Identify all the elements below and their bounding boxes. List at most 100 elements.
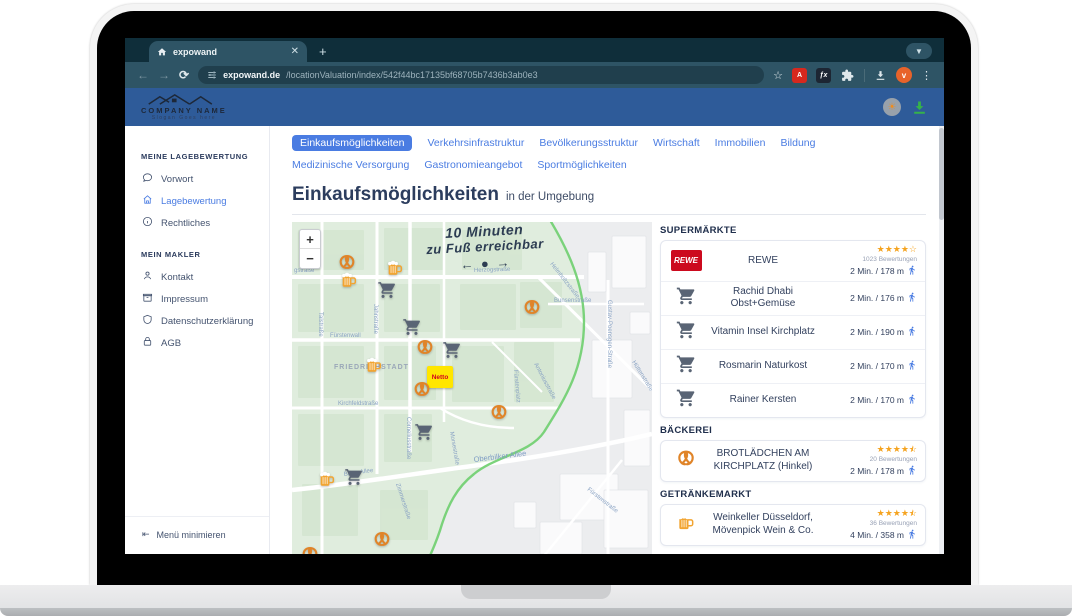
poi-row[interactable]: REWE REWE ★★★★☆ 1023 Bewertungen 2 Min. … xyxy=(661,241,925,281)
poi-row[interactable]: Rosmarin Naturkost 2 Min. / 170 m xyxy=(661,349,925,383)
star-rating: ★★★★☆★ xyxy=(823,445,917,455)
extensions-puzzle-icon[interactable] xyxy=(840,68,855,83)
pretzel-marker-icon[interactable] xyxy=(301,545,320,555)
main-content: Einkaufsmöglichkeiten Verkehrsinfrastrukt… xyxy=(270,126,944,554)
tab-bev-lkerungsstruktur[interactable]: Bevölkerungsstruktur xyxy=(539,135,638,151)
sidebar-item-shield[interactable]: Datenschutzerklärung xyxy=(125,310,269,332)
tab-close-icon[interactable]: ✕ xyxy=(291,46,299,57)
home-icon xyxy=(142,194,153,208)
cart-icon xyxy=(676,320,696,345)
tab-medizinische-versorgung[interactable]: Medizinische Versorgung xyxy=(292,157,409,173)
cart-marker-icon[interactable] xyxy=(415,423,434,442)
panel-card: REWE REWE ★★★★☆ 1023 Bewertungen 2 Min. … xyxy=(660,240,926,418)
tab-search-button[interactable]: ▼ xyxy=(906,43,932,59)
url-bar[interactable]: expowand.de /locationValuation/index/542… xyxy=(198,66,764,84)
poi-row[interactable]: Weinkeller Düsseldorf, Mövenpick Wein & … xyxy=(661,505,925,545)
street-label: Jahnstraße xyxy=(372,304,378,335)
star-rating: ★★★★☆★ xyxy=(823,509,917,519)
poi-distance: 2 Min. / 170 m xyxy=(850,395,904,405)
cart-marker-icon[interactable] xyxy=(378,281,397,300)
sidebar-item-lock[interactable]: AGB xyxy=(125,332,269,354)
pretzel-icon xyxy=(676,448,696,473)
url-path: /locationValuation/index/542f44bc17135bf… xyxy=(286,70,538,80)
zoom-in-button[interactable]: + xyxy=(300,230,320,249)
sidebar-item-person[interactable]: Kontakt xyxy=(125,266,269,288)
sidebar-section-title: MEINE LAGEBEWERTUNG xyxy=(141,152,269,161)
minimize-menu-button[interactable]: ⇤ Menü minimieren xyxy=(125,516,269,554)
panel-card: BROTLÄDCHEN AM KIRCHPLATZ (Hinkel) ★★★★☆… xyxy=(660,440,926,482)
walking-person-icon xyxy=(907,265,917,277)
forward-icon[interactable]: → xyxy=(158,68,170,82)
browser-tab[interactable]: expowand ✕ xyxy=(149,41,307,62)
beer-marker-icon[interactable] xyxy=(340,271,359,290)
beer-marker-icon[interactable] xyxy=(318,470,337,489)
downloads-icon[interactable] xyxy=(874,69,887,82)
cart-marker-icon[interactable] xyxy=(345,468,364,487)
page-scrollbar[interactable] xyxy=(939,126,944,554)
poi-row[interactable]: Rachid Dhabi Obst+Gemüse 2 Min. / 176 m xyxy=(661,281,925,315)
pretzel-marker-icon[interactable] xyxy=(416,338,435,357)
tab-immobilien[interactable]: Immobilien xyxy=(715,135,766,151)
profile-avatar[interactable]: v xyxy=(896,67,912,83)
poi-name: Rachid Dhabi Obst+Gemüse xyxy=(703,286,823,311)
scrollbar-thumb[interactable] xyxy=(939,128,944,220)
tab-sportm-glichkeiten[interactable]: Sportmöglichkeiten xyxy=(537,157,626,173)
street-label: Bunsenstraße xyxy=(554,298,592,304)
beer-marker-icon[interactable] xyxy=(365,356,384,375)
bookmark-star-icon[interactable]: ☆ xyxy=(773,69,783,82)
pdf-extension-icon[interactable]: A xyxy=(792,68,807,83)
tab-einkaufsm-glichkeiten[interactable]: Einkaufsmöglichkeiten xyxy=(292,135,412,151)
company-logo[interactable]: COMPANY NAME Slogan Goes here xyxy=(141,93,227,121)
theme-toggle-sun-icon[interactable]: ☀ xyxy=(883,98,901,116)
sidebar-item-label: AGB xyxy=(161,338,181,349)
building-icon xyxy=(142,292,153,306)
laptop-bottom-edge xyxy=(0,608,1072,616)
new-tab-button[interactable]: + xyxy=(319,44,327,59)
site-settings-icon[interactable] xyxy=(207,70,217,80)
pretzel-marker-icon[interactable] xyxy=(490,403,509,422)
reload-icon[interactable]: ⟳ xyxy=(179,68,189,82)
category-tabs: Einkaufsmöglichkeiten Verkehrsinfrastrukt… xyxy=(292,135,912,173)
tab-verkehrsinfrastruktur[interactable]: Verkehrsinfrastruktur xyxy=(427,135,524,151)
export-download-icon[interactable] xyxy=(911,99,928,116)
walking-person-icon xyxy=(907,292,917,304)
back-icon[interactable]: ← xyxy=(137,68,149,82)
map[interactable]: gstraßeHerzogstraßeFürstenwallFRIEDRICHS… xyxy=(292,222,652,554)
company-slogan: Slogan Goes here xyxy=(152,115,216,121)
poi-name: REWE xyxy=(703,255,823,268)
poi-row[interactable]: Vitamin Insel Kirchplatz 2 Min. / 190 m xyxy=(661,315,925,349)
beer-marker-icon[interactable] xyxy=(386,259,405,278)
tab-gastronomieangebot[interactable]: Gastronomieangebot xyxy=(424,157,522,173)
zoom-out-button[interactable]: − xyxy=(300,249,320,268)
tab-bildung[interactable]: Bildung xyxy=(780,135,815,151)
pretzel-marker-icon[interactable] xyxy=(338,253,357,272)
cart-marker-icon[interactable] xyxy=(403,318,422,337)
fx-extension-icon[interactable]: ƒx xyxy=(816,68,831,83)
poi-row[interactable]: Rainer Kersten 2 Min. / 170 m xyxy=(661,383,925,417)
walking-person-icon xyxy=(907,360,917,372)
cart-marker-icon[interactable] xyxy=(443,341,462,360)
app-body: MEINE LAGEBEWERTUNG Vorwort Lagebewertun… xyxy=(125,126,944,554)
street-label: Corneliusstraße xyxy=(405,417,411,460)
sidebar-item-chat[interactable]: Vorwort xyxy=(125,168,269,190)
poi-row[interactable]: BROTLÄDCHEN AM KIRCHPLATZ (Hinkel) ★★★★☆… xyxy=(661,441,925,481)
company-name: COMPANY NAME xyxy=(141,106,227,115)
sidebar: MEINE LAGEBEWERTUNG Vorwort Lagebewertun… xyxy=(125,126,270,554)
sidebar-item-info[interactable]: Rechtliches xyxy=(125,212,269,234)
sidebar-item-home[interactable]: Lagebewertung xyxy=(125,190,269,212)
poi-name: BROTLÄDCHEN AM KIRCHPLATZ (Hinkel) xyxy=(703,448,823,473)
tab-wirtschaft[interactable]: Wirtschaft xyxy=(653,135,700,151)
pretzel-marker-icon[interactable] xyxy=(413,380,432,399)
pretzel-marker-icon[interactable] xyxy=(373,530,392,549)
poi-name: Vitamin Insel Kirchplatz xyxy=(703,326,823,339)
chat-icon xyxy=(142,172,153,186)
poi-name: Rosmarin Naturkost xyxy=(703,360,823,373)
sidebar-item-building[interactable]: Impressum xyxy=(125,288,269,310)
star-rating: ★★★★☆ xyxy=(823,245,917,255)
panel-card: Weinkeller Düsseldorf, Mövenpick Wein & … xyxy=(660,504,926,546)
panel-section-title: GETRÄNKEMARKT xyxy=(660,489,926,500)
pretzel-marker-icon[interactable] xyxy=(523,298,542,317)
walking-person-icon xyxy=(907,326,917,338)
browser-menu-icon[interactable]: ⋮ xyxy=(921,69,932,82)
title-divider xyxy=(292,214,926,215)
